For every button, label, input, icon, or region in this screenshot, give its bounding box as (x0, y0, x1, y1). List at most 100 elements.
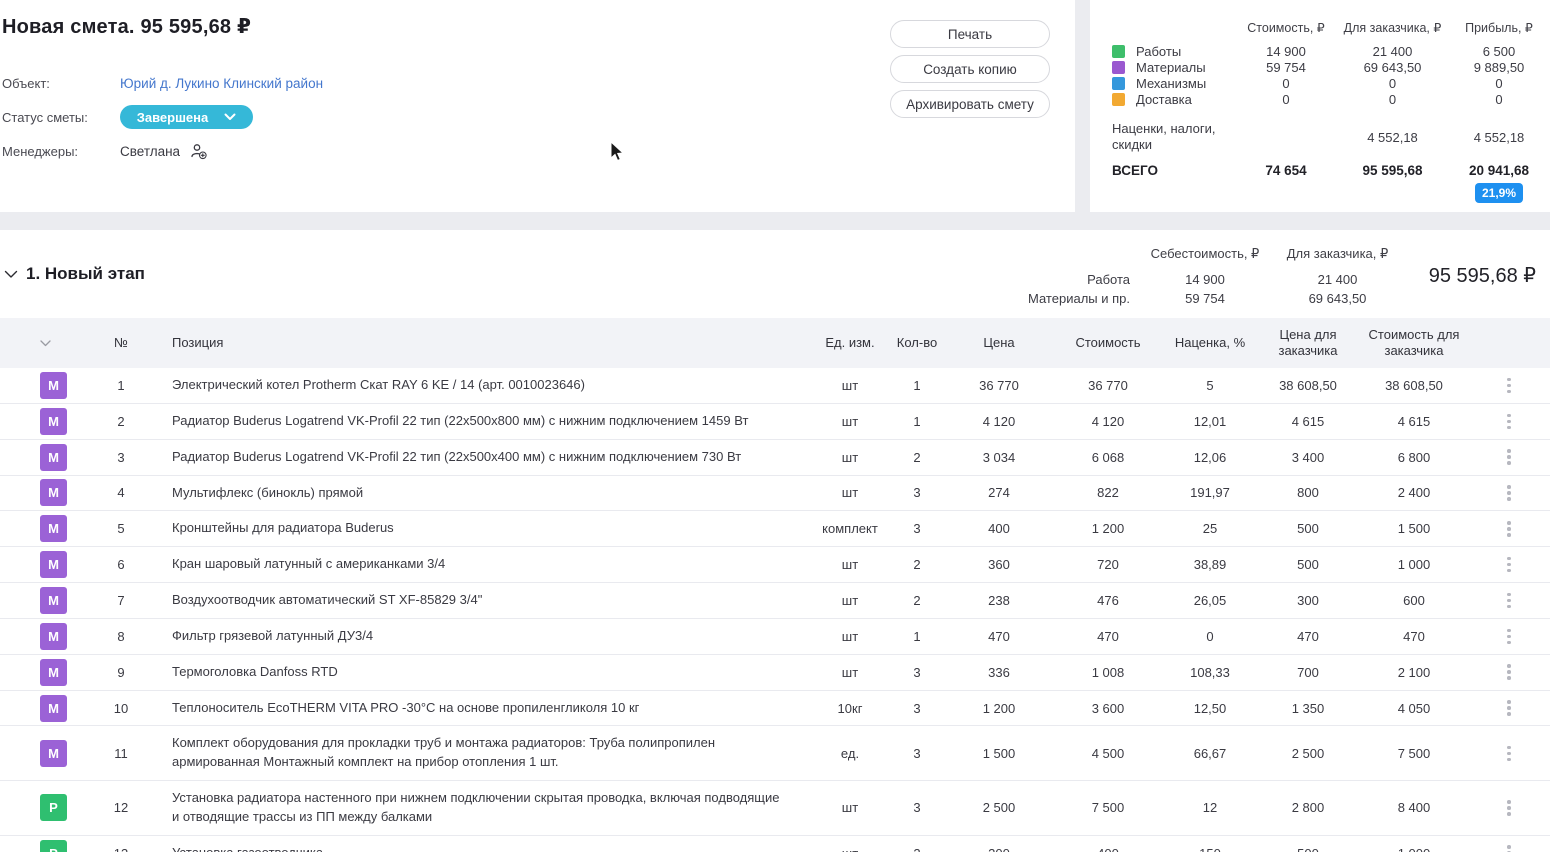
summary-total-row: ВСЕГО 74 654 95 595,68 20 941,68 (1112, 163, 1550, 178)
summary-legend-row: Доставка 0 0 0 (1112, 91, 1550, 107)
row-price: 1 500 (946, 746, 1052, 761)
markup-row-label: Наценки, налоги, скидки (1112, 121, 1236, 153)
legend-swatch (1112, 61, 1125, 74)
col-unit: Ед. изм. (812, 335, 888, 351)
row-menu-button[interactable] (1503, 410, 1515, 434)
row-client-cost: 470 (1360, 629, 1468, 644)
stage-collapse-toggle[interactable]: 1. Новый этап (4, 264, 145, 284)
markup-client-value: 4 552,18 (1336, 130, 1449, 145)
row-client-price: 300 (1256, 593, 1360, 608)
copy-estimate-button[interactable]: Создать копию (890, 55, 1050, 83)
col-cost: Стоимость (1052, 335, 1164, 351)
row-menu-button[interactable] (1503, 796, 1515, 820)
row-qty: 2 (888, 846, 946, 852)
row-client-price: 38 608,50 (1256, 378, 1360, 393)
summary-legend-rows: Работы 14 900 21 400 6 500 Материалы 59 … (1112, 43, 1550, 107)
row-position-name: Радиатор Buderus Logatrend VK-Profil 22 … (152, 404, 812, 439)
row-menu-button[interactable] (1503, 841, 1515, 852)
row-markup: 5 (1164, 378, 1256, 393)
row-cost: 822 (1052, 485, 1164, 500)
person-add-icon (190, 143, 208, 160)
summary-header-row: Стоимость, ₽ Для заказчика, ₽ Прибыль, ₽ (1112, 20, 1550, 43)
row-client-cost: 4 615 (1360, 414, 1468, 429)
row-client-price: 2 800 (1256, 800, 1360, 815)
row-unit: 10кг (812, 701, 888, 716)
expand-all-toggle[interactable] (0, 335, 90, 351)
total-row-label: ВСЕГО (1112, 163, 1236, 178)
row-type-badge: М (40, 659, 67, 686)
row-position-name: Кран шаровый латунный с американками 3/4 (152, 547, 812, 582)
row-unit: шт (812, 485, 888, 500)
legend-swatch (1112, 93, 1125, 106)
row-markup: 38,89 (1164, 557, 1256, 572)
row-client-cost: 6 800 (1360, 450, 1468, 465)
summary-badge-row: 21,9% (1112, 183, 1550, 203)
row-unit: шт (812, 665, 888, 680)
row-menu-button[interactable] (1503, 625, 1515, 649)
legend-value: 0 (1336, 76, 1449, 91)
row-markup: 66,67 (1164, 746, 1256, 761)
row-unit: шт (812, 414, 888, 429)
row-number: 12 (90, 800, 152, 815)
row-price: 360 (946, 557, 1052, 572)
row-price: 2 500 (946, 800, 1052, 815)
row-type-badge: Р (40, 840, 67, 852)
row-menu-button[interactable] (1503, 445, 1515, 469)
legend-value: 0 (1449, 92, 1549, 107)
row-menu-button[interactable] (1503, 696, 1515, 720)
row-unit: шт (812, 593, 888, 608)
row-price: 238 (946, 593, 1052, 608)
managers-label: Менеджеры: (2, 144, 120, 159)
legend-value: 59 754 (1236, 60, 1336, 75)
col-qty: Кол-во (888, 335, 946, 351)
row-markup: 25 (1164, 521, 1256, 536)
row-cost: 36 770 (1052, 378, 1164, 393)
row-type-badge: Р (40, 794, 67, 821)
row-client-price: 1 350 (1256, 701, 1360, 716)
row-client-price: 700 (1256, 665, 1360, 680)
row-markup: 12 (1164, 800, 1256, 815)
stage-col-client: Для заказчика, ₽ (1280, 246, 1395, 268)
summary-col-profit: Прибыль, ₽ (1449, 20, 1549, 43)
row-menu-button[interactable] (1503, 589, 1515, 613)
legend-value: 6 500 (1449, 44, 1549, 59)
row-menu-button[interactable] (1503, 374, 1515, 398)
object-link[interactable]: Юрий д. Лукино Клинский район (120, 76, 323, 91)
status-dropdown[interactable]: Завершена (120, 105, 253, 129)
row-unit: шт (812, 557, 888, 572)
row-qty: 3 (888, 746, 946, 761)
row-menu-button[interactable] (1503, 517, 1515, 541)
row-position-name: Электрический котел Protherm Скат RAY 6 … (152, 368, 812, 403)
row-position-name: Комплект оборудования для прокладки труб… (152, 726, 812, 780)
row-menu-button[interactable] (1503, 742, 1515, 766)
row-menu-button[interactable] (1503, 553, 1515, 577)
add-manager-button[interactable] (190, 143, 208, 160)
stage-work-label: Работа (1000, 272, 1130, 287)
estimate-header-card: Новая смета. 95 595,68 ₽ Объект: Юрий д.… (0, 0, 1075, 212)
row-number: 4 (90, 485, 152, 500)
table-row: М 8 Фильтр грязевой латунный ДУ3/4 шт 1 … (0, 619, 1550, 655)
legend-value: 0 (1449, 76, 1549, 91)
row-cost: 400 (1052, 846, 1164, 852)
row-client-cost: 2 400 (1360, 485, 1468, 500)
row-cost: 1 200 (1052, 521, 1164, 536)
row-number: 13 (90, 846, 152, 852)
summary-col-cost: Стоимость, ₽ (1236, 20, 1336, 43)
row-client-cost: 600 (1360, 593, 1468, 608)
row-number: 9 (90, 665, 152, 680)
col-price: Цена (946, 335, 1052, 351)
row-menu-button[interactable] (1503, 481, 1515, 505)
row-position-name: Теплоноситель EcoTHERM VITA PRO -30°C на… (152, 691, 812, 726)
row-menu-button[interactable] (1503, 660, 1515, 684)
row-qty: 3 (888, 485, 946, 500)
row-price: 36 770 (946, 378, 1052, 393)
row-client-cost: 2 100 (1360, 665, 1468, 680)
estimate-page: Новая смета. 95 595,68 ₽ Объект: Юрий д.… (0, 0, 1550, 852)
row-qty: 2 (888, 557, 946, 572)
row-unit: шт (812, 846, 888, 852)
archive-estimate-button[interactable]: Архивировать смету (890, 90, 1050, 118)
chevron-down-icon (40, 340, 51, 347)
row-client-price: 500 (1256, 846, 1360, 852)
print-button[interactable]: Печать (890, 20, 1050, 48)
row-markup: 12,50 (1164, 701, 1256, 716)
